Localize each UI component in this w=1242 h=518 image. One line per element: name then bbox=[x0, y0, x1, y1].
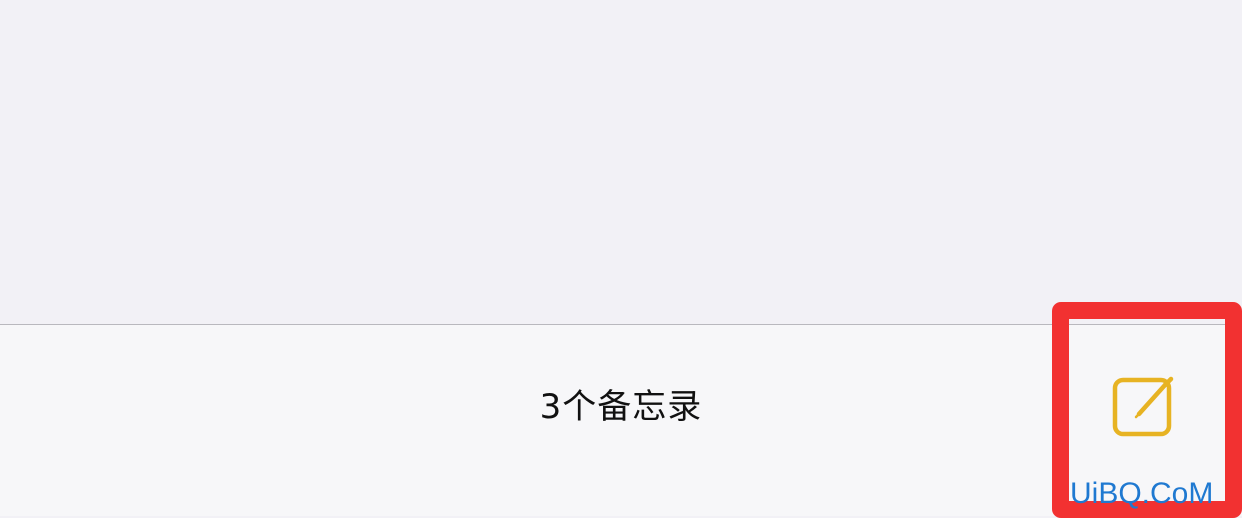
square-and-pencil-icon bbox=[1112, 376, 1174, 437]
compose-note-button[interactable] bbox=[1108, 369, 1178, 439]
site-watermark: UiBQ.CoM bbox=[1070, 477, 1214, 510]
note-count-label: 3个备忘录 bbox=[539, 387, 703, 427]
notes-list-area bbox=[0, 0, 1242, 324]
bottom-toolbar: 3个备忘录 bbox=[0, 324, 1242, 516]
